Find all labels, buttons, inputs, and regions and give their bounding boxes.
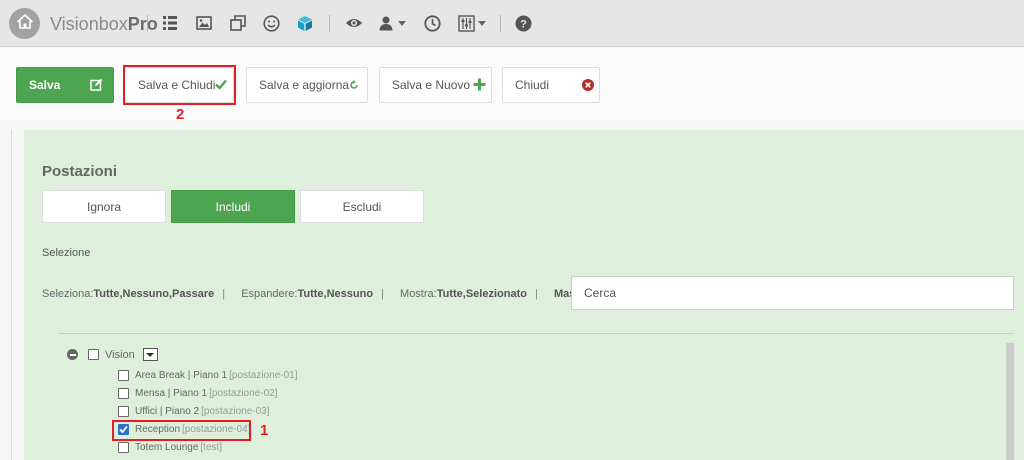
- divider: [11, 130, 12, 460]
- list-icon[interactable]: [162, 13, 178, 33]
- seleziona-links[interactable]: Tutte,Nessuno,Passare: [93, 288, 214, 300]
- tree-root: Vision: [67, 348, 158, 361]
- separator: |: [535, 288, 538, 300]
- tree-item-label: Mensa | Piano 1: [135, 388, 208, 399]
- segment-label: Ignora: [86, 199, 122, 214]
- tree-item-tag: [test]: [200, 442, 223, 453]
- segment-includi[interactable]: Includi: [171, 190, 295, 223]
- seleziona-label: Seleziona:: [42, 288, 94, 300]
- tree-root-label: Vision: [105, 348, 135, 361]
- tree-item-tag: [postazione-03]: [201, 406, 270, 417]
- tree-item-checkbox[interactable]: [118, 388, 129, 399]
- edit-icon: [90, 78, 103, 91]
- espandere-links[interactable]: Tutte,Nessuno: [297, 288, 373, 300]
- user-icon: [379, 15, 395, 31]
- highlight-box: [112, 420, 251, 441]
- step-2-label: 2: [176, 106, 185, 123]
- svg-text:?: ?: [520, 18, 527, 30]
- eye-icon[interactable]: [345, 13, 363, 33]
- home-icon: [16, 13, 33, 34]
- step-1-label: 1: [260, 422, 269, 439]
- clock-icon[interactable]: [424, 13, 441, 33]
- segment-ignora[interactable]: Ignora: [42, 190, 166, 223]
- tree-root-checkbox[interactable]: [88, 349, 99, 360]
- segment-label: Includi: [215, 199, 251, 214]
- action-toolbar: Salva Salva e Chiudi Salva e aggiorna Sa…: [0, 48, 1024, 123]
- salva-button[interactable]: Salva: [16, 67, 114, 103]
- search-input[interactable]: Cerca: [571, 276, 1014, 310]
- divider: [329, 15, 330, 32]
- selection-label: Selezione: [42, 247, 91, 259]
- tree-item-label: Area Break | Piano 1: [135, 370, 228, 381]
- image-icon[interactable]: [196, 13, 212, 33]
- scrollbar[interactable]: [1006, 343, 1014, 460]
- chiudi-button[interactable]: Chiudi: [502, 67, 600, 103]
- salva-e-aggiorna-label: Salva e aggiorna: [259, 78, 350, 92]
- salva-e-nuovo-label: Salva e Nuovo: [392, 78, 471, 92]
- panel-title: Postazioni: [42, 163, 118, 180]
- divider: [500, 15, 501, 32]
- brand-regular: Visionbox: [50, 14, 128, 34]
- tree-item: Mensa | Piano 1 [postazione-02]: [118, 388, 277, 399]
- espandere-label: Espandere:: [241, 288, 298, 300]
- mostra-label: Mostra:: [400, 288, 437, 300]
- postazioni-panel: Postazioni Ignora Includi Escludi Selezi…: [24, 130, 1024, 460]
- user-menu[interactable]: [379, 13, 406, 33]
- sliders-menu[interactable]: [458, 13, 486, 33]
- app-brand[interactable]: VisionboxPro: [50, 14, 158, 35]
- salva-e-nuovo-button[interactable]: Salva e Nuovo: [379, 67, 492, 103]
- chiudi-label: Chiudi: [515, 78, 550, 92]
- highlight-box: [123, 65, 236, 105]
- plus-icon: [473, 78, 486, 91]
- tree-item: Totem Lounge [test]: [118, 442, 222, 453]
- home-button[interactable]: [9, 8, 40, 39]
- refresh-icon: [349, 80, 359, 90]
- salva-label: Salva: [29, 78, 61, 92]
- tree-item-checkbox[interactable]: [118, 370, 129, 381]
- tree-actions: Seleziona:Tutte,Nessuno,Passare | Espand…: [42, 288, 614, 300]
- sliders-icon: [458, 14, 475, 32]
- mostra-links[interactable]: Tutte,Selezionato: [437, 288, 527, 300]
- close-circle-icon: [582, 79, 594, 91]
- smiley-icon[interactable]: [263, 13, 280, 33]
- chevron-down-icon: [478, 20, 486, 26]
- separator: |: [222, 288, 226, 300]
- tree-item-tag: [postazione-01]: [229, 370, 298, 381]
- tree-item: Uffici | Piano 2 [postazione-03]: [118, 406, 270, 417]
- divider: [147, 15, 148, 32]
- tree-item-label: Totem Lounge: [135, 442, 199, 453]
- help-icon[interactable]: ?: [515, 13, 532, 33]
- copy-icon[interactable]: [230, 13, 246, 33]
- divider: [59, 333, 1014, 334]
- salva-e-aggiorna-button[interactable]: Salva e aggiorna: [246, 67, 368, 103]
- segment-escludi[interactable]: Escludi: [300, 190, 424, 223]
- brand-bold: Pro: [127, 14, 158, 34]
- tree-item-checkbox[interactable]: [118, 406, 129, 417]
- collapse-icon[interactable]: [67, 349, 78, 360]
- search-placeholder: Cerca: [584, 286, 617, 300]
- tree-item: Area Break | Piano 1 [postazione-01]: [118, 370, 298, 381]
- cube-icon[interactable]: [297, 13, 313, 33]
- dropdown-toggle[interactable]: [142, 348, 158, 361]
- tree-item-tag: [postazione-02]: [209, 388, 278, 399]
- chevron-down-icon: [398, 20, 406, 26]
- top-navbar: VisionboxPro ?: [0, 0, 1024, 47]
- segment-label: Escludi: [342, 199, 382, 214]
- tree-item-checkbox[interactable]: [118, 442, 129, 453]
- tree-item-label: Uffici | Piano 2: [135, 406, 200, 417]
- separator: |: [381, 288, 384, 300]
